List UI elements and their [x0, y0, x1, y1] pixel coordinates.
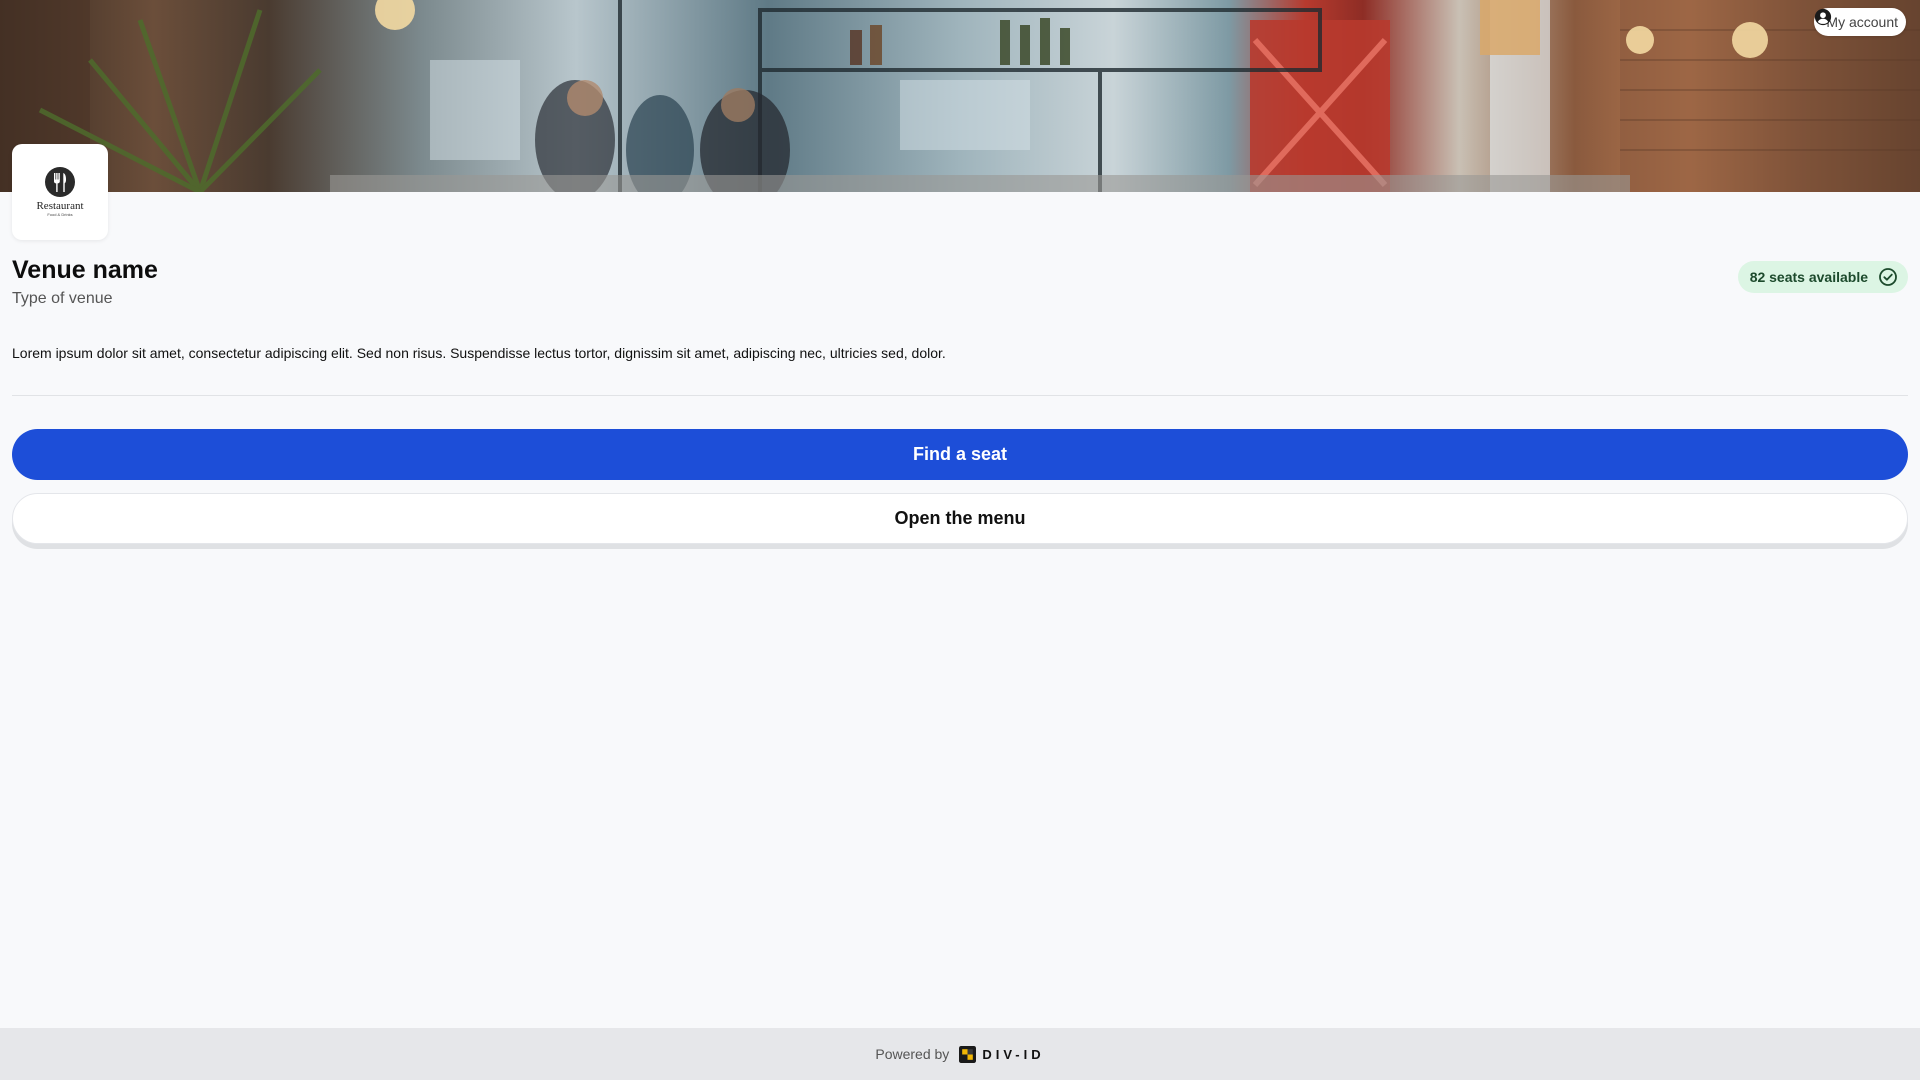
hero-banner-image: My account: [0, 0, 1920, 192]
seats-available-label: 82 seats available: [1749, 269, 1868, 285]
open-the-menu-label: Open the menu: [894, 508, 1026, 528]
my-account-button[interactable]: My account: [1814, 8, 1906, 36]
fork-knife-icon: [45, 167, 75, 197]
venue-logo-subtitle: Food & Drinks: [47, 212, 73, 217]
div-id-brand-link[interactable]: DIV-ID: [959, 1045, 1045, 1063]
venue-logo: Restaurant Food & Drinks: [12, 144, 108, 240]
div-id-logo-icon: [959, 1045, 977, 1063]
find-a-seat-button[interactable]: Find a seat: [12, 429, 1908, 480]
venue-page: My account Restaurant Food & Drinks Venu…: [0, 0, 1920, 1080]
divider: [12, 395, 1908, 396]
my-account-label: My account: [1826, 14, 1898, 30]
footer: Powered by DIV-ID: [0, 1028, 1920, 1080]
venue-logo-name: Restaurant: [36, 200, 84, 212]
user-circle-icon: [1815, 8, 1832, 26]
powered-by-label: Powered by: [875, 1046, 950, 1062]
venue-description: Lorem ipsum dolor sit amet, consectetur …: [12, 345, 946, 361]
venue-type: Type of venue: [12, 290, 113, 307]
hero-scene: [0, 0, 1920, 192]
div-id-brand-name: DIV-ID: [982, 1046, 1045, 1062]
find-a-seat-label: Find a seat: [912, 444, 1008, 464]
seats-available-badge: 82 seats available: [1737, 261, 1908, 293]
venue-name: Venue name: [12, 256, 158, 284]
check-circle-icon: [1879, 268, 1897, 286]
open-the-menu-button[interactable]: Open the menu: [12, 493, 1908, 544]
